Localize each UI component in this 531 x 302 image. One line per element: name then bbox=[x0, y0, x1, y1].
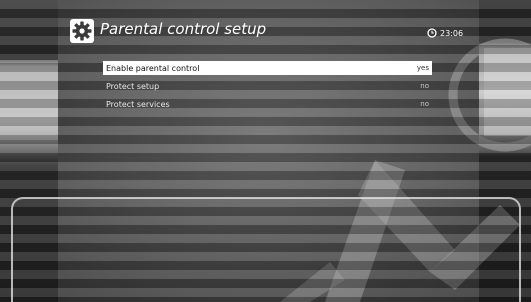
menu-item-protect-services[interactable]: Protect services no bbox=[103, 97, 432, 111]
tv-screen: Parental control setup 23:06 Enable pare… bbox=[0, 0, 531, 302]
menu-item-label: Protect setup bbox=[106, 81, 160, 91]
menu-item-label: Protect services bbox=[106, 99, 170, 109]
settings-menu: Enable parental control yes Protect setu… bbox=[103, 61, 432, 115]
clock-icon bbox=[427, 28, 437, 38]
menu-item-value: no bbox=[420, 100, 429, 108]
menu-item-label: Enable parental control bbox=[106, 63, 200, 73]
menu-item-value: no bbox=[420, 82, 429, 90]
clock: 23:06 bbox=[427, 26, 463, 40]
menu-item-protect-setup[interactable]: Protect setup no bbox=[103, 79, 432, 93]
menu-item-enable-parental-control[interactable]: Enable parental control yes bbox=[103, 61, 432, 75]
clock-time: 23:06 bbox=[440, 28, 464, 38]
screen-bracket-frame bbox=[11, 197, 521, 302]
osd-header: Parental control setup bbox=[70, 17, 470, 45]
menu-item-value: yes bbox=[416, 64, 429, 72]
gear-icon bbox=[70, 19, 94, 43]
page-title: Parental control setup bbox=[100, 20, 267, 38]
